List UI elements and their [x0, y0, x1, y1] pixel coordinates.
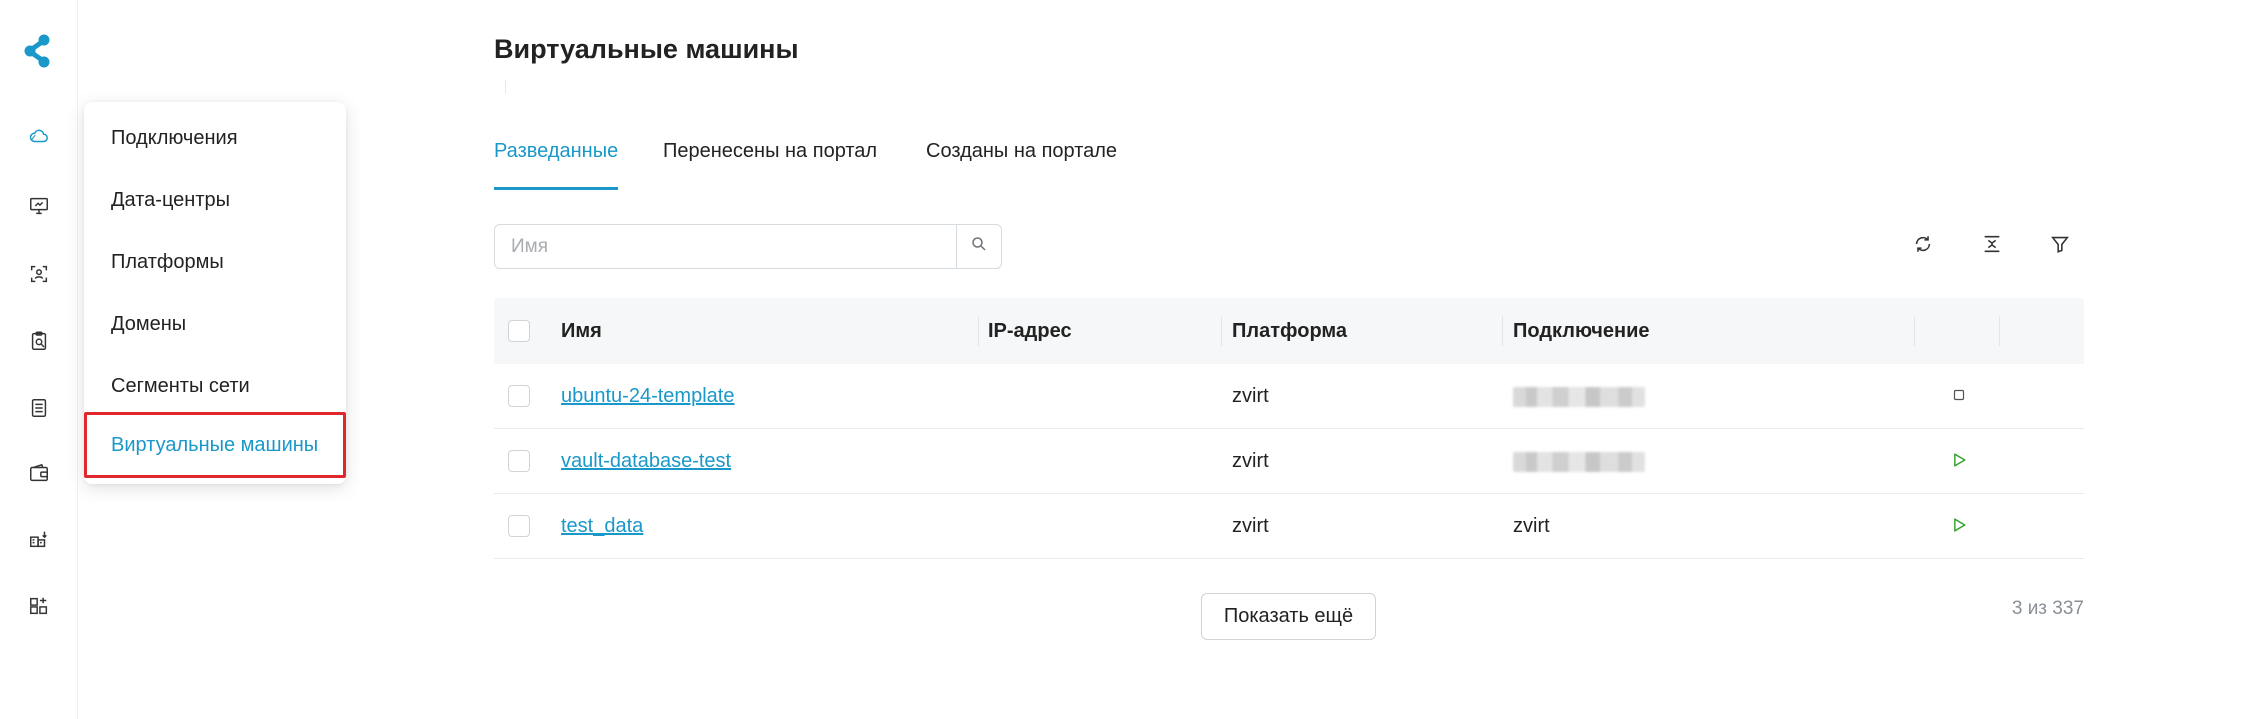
monitor-icon[interactable]	[26, 193, 52, 219]
wallet-icon[interactable]	[26, 460, 52, 486]
collapse-button[interactable]	[1978, 232, 2006, 260]
table-row: ubuntu-24-template zvirt	[494, 364, 2084, 429]
tab-created-on-portal[interactable]: Созданы на портале	[926, 140, 1117, 190]
divider	[505, 80, 506, 94]
table-row: vault-database-test zvirt	[494, 429, 2084, 494]
menu-item-label: Платформы	[111, 250, 224, 273]
select-all-checkbox[interactable]	[508, 320, 530, 342]
menu-item-platforms[interactable]: Платформы	[84, 231, 346, 293]
tab-label: Созданы на портале	[926, 140, 1118, 162]
menu-item-label: Виртуальные машины	[111, 433, 319, 456]
vm-platform-cell: zvirt	[1232, 515, 1269, 537]
row-checkbox[interactable]	[508, 450, 530, 472]
vm-connection-cell	[1513, 429, 1645, 494]
vm-name-cell: vault-database-test	[561, 429, 731, 494]
app-logo-icon[interactable]	[22, 33, 56, 69]
search-button[interactable]	[956, 225, 1001, 268]
filter-button[interactable]	[2046, 232, 2074, 260]
scan-user-icon[interactable]	[26, 261, 52, 287]
vm-connection-cell	[1513, 364, 1645, 429]
vm-name-cell: test_data	[561, 494, 643, 559]
refresh-icon	[1912, 233, 1934, 260]
play-icon	[1949, 515, 1969, 540]
table-header: Имя IP-адрес Платформа Подключение	[494, 298, 2084, 364]
menu-item-label: Сегменты сети	[111, 374, 250, 397]
column-header-connection[interactable]: Подключение	[1513, 298, 1650, 364]
vm-platform-cell: zvirt	[1232, 450, 1269, 472]
vm-connection-cell: zvirt	[1513, 515, 1550, 537]
redacted-connection	[1513, 386, 1645, 407]
pagination-count: 3 из 337	[2011, 598, 2084, 619]
vm-name-link[interactable]: test_data	[561, 515, 643, 538]
column-header-ip[interactable]: IP-адрес	[988, 298, 1072, 364]
show-more-button[interactable]: Показать ещё	[1201, 593, 1376, 640]
clipboard-icon[interactable]	[26, 328, 52, 354]
play-button[interactable]	[1947, 515, 1971, 539]
stop-icon	[1950, 386, 1968, 409]
search-input[interactable]	[495, 225, 957, 268]
play-button[interactable]	[1947, 450, 1971, 474]
column-separator	[1221, 316, 1222, 346]
menu-item-domains[interactable]: Домены	[84, 293, 346, 355]
search-icon	[970, 235, 988, 258]
column-header-name[interactable]: Имя	[561, 298, 602, 364]
vm-name-link[interactable]: vault-database-test	[561, 450, 731, 473]
page-title: Виртуальные машины	[494, 34, 799, 64]
table-row: test_data zvirt zvirt	[494, 494, 2084, 559]
vm-name-cell: ubuntu-24-template	[561, 364, 734, 429]
column-separator	[1914, 316, 1915, 346]
blocks-icon[interactable]	[26, 593, 52, 619]
menu-item-label: Домены	[111, 312, 187, 335]
menu-item-connections[interactable]: Подключения	[84, 107, 346, 169]
menu-item-label: Дата-центры	[111, 188, 231, 211]
column-header-platform[interactable]: Платформа	[1232, 298, 1347, 364]
icon-rail	[0, 0, 78, 719]
submenu-flyout: Подключения Дата-центры Платформы Домены…	[84, 102, 346, 484]
menu-item-virtual-machines[interactable]: Виртуальные машины	[84, 412, 346, 478]
row-checkbox[interactable]	[508, 515, 530, 537]
filter-icon	[2049, 233, 2071, 260]
play-icon	[1949, 450, 1969, 475]
menu-item-label: Подключения	[111, 126, 238, 149]
stop-button[interactable]	[1947, 385, 1971, 409]
building-icon[interactable]	[26, 526, 52, 552]
column-separator	[978, 316, 979, 346]
vm-name-link[interactable]: ubuntu-24-template	[561, 385, 734, 408]
vm-platform-cell: zvirt	[1232, 385, 1269, 407]
search-box	[494, 224, 1002, 269]
tab-discovered[interactable]: Разведанные	[494, 140, 619, 190]
tab-moved-to-portal[interactable]: Перенесены на портал	[663, 140, 877, 190]
cloud-icon[interactable]	[26, 123, 52, 149]
redacted-connection	[1513, 451, 1645, 472]
column-separator	[1502, 316, 1503, 346]
document-list-icon[interactable]	[26, 395, 52, 421]
collapse-icon	[1981, 233, 2003, 260]
refresh-button[interactable]	[1909, 232, 1937, 260]
tab-label: Разведанные	[494, 140, 619, 162]
row-checkbox[interactable]	[508, 385, 530, 407]
tab-label: Перенесены на портал	[663, 140, 878, 162]
column-separator	[1999, 316, 2000, 346]
menu-item-network-segments[interactable]: Сегменты сети	[84, 355, 346, 417]
menu-item-datacenters[interactable]: Дата-центры	[84, 169, 346, 231]
